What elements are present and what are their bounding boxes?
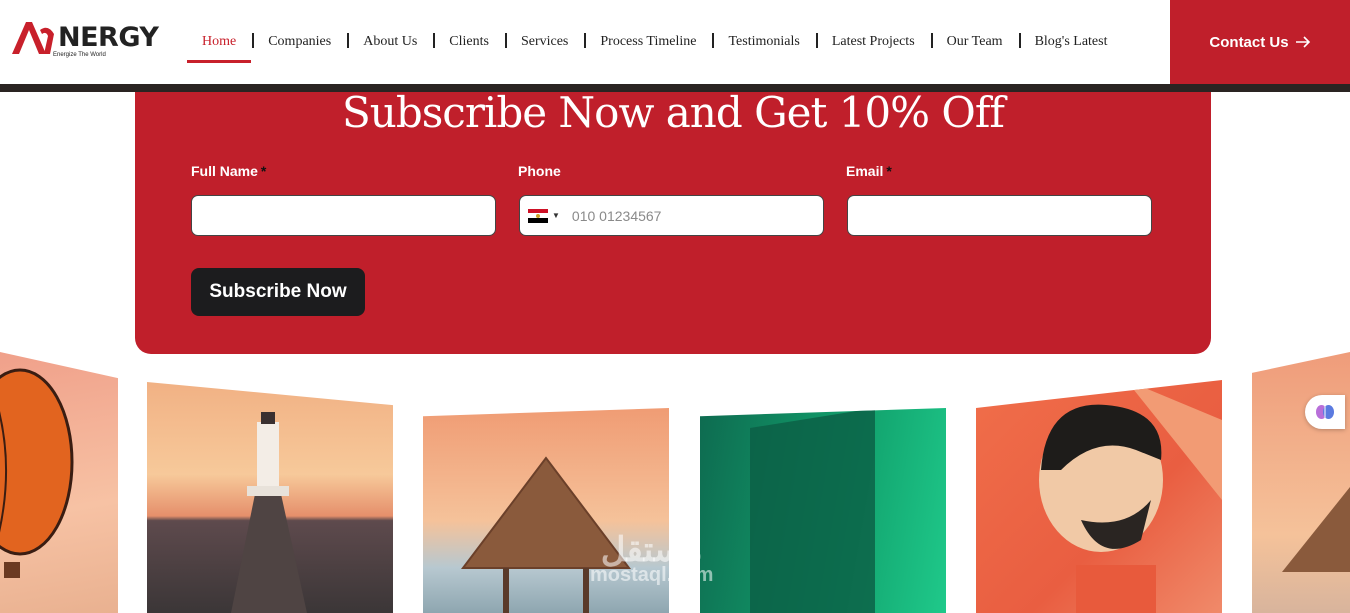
nav-testimonials[interactable]: Testimonials <box>712 0 815 84</box>
nav-latest-projects[interactable]: Latest Projects <box>815 0 931 84</box>
required-mark: * <box>886 163 892 179</box>
nav-home[interactable]: Home <box>186 0 252 84</box>
hot-air-balloon-image <box>0 368 74 578</box>
logo-text: NERGY <box>58 22 159 53</box>
contact-us-label: Contact Us <box>1209 33 1289 51</box>
nav-about-us[interactable]: About Us <box>347 0 433 84</box>
gallery-item-beach-hut-partial[interactable] <box>1252 352 1350 613</box>
nav-blogs-latest[interactable]: Blog's Latest <box>1018 0 1124 84</box>
nav-process-timeline[interactable]: Process Timeline <box>584 0 712 84</box>
logo[interactable]: NERGY Energize The World <box>10 18 159 62</box>
main-nav: Home Companies About Us Clients Services… <box>186 0 1123 84</box>
egypt-flag-icon[interactable] <box>528 208 548 223</box>
gallery-item-lighthouse[interactable] <box>147 382 393 613</box>
full-name-label: Full Name * <box>191 163 267 179</box>
nav-our-team[interactable]: Our Team <box>930 0 1019 84</box>
subscribe-title: Subscribe Now and Get 10% Off <box>342 88 1005 137</box>
subscribe-now-button[interactable]: Subscribe Now <box>191 268 365 316</box>
contact-us-button[interactable]: Contact Us <box>1170 0 1350 84</box>
nav-clients[interactable]: Clients <box>433 0 505 84</box>
email-label: Email * <box>846 163 892 179</box>
hero-image-strip <box>0 84 1350 92</box>
email-field[interactable] <box>847 195 1152 236</box>
gallery-item-illustration[interactable] <box>976 380 1222 613</box>
brain-icon[interactable] <box>1305 395 1345 429</box>
watermark-latin: mostaql.com <box>590 564 714 586</box>
chevron-down-icon[interactable]: ▼ <box>552 211 560 220</box>
phone-placeholder: 010 01234567 <box>571 207 662 224</box>
watermark: مستقل mostaql.com <box>590 530 713 587</box>
beach-hut-image-partial <box>1282 472 1350 572</box>
logo-mark-icon <box>12 22 54 54</box>
gallery-item-green-building[interactable] <box>700 408 946 613</box>
arrow-right-icon <box>1295 36 1310 48</box>
green-building-image <box>750 408 875 613</box>
logo-tagline: Energize The World <box>53 52 106 58</box>
bearded-man-illustration <box>1039 380 1222 613</box>
gallery-item-balloon[interactable] <box>0 352 118 613</box>
site-header: NERGY Energize The World Home Companies … <box>0 0 1350 84</box>
lighthouse-pier-image <box>231 412 307 613</box>
nav-companies[interactable]: Companies <box>252 0 347 84</box>
phone-field[interactable]: ▼ 010 01234567 <box>519 195 824 236</box>
phone-label: Phone <box>518 163 561 179</box>
nav-services[interactable]: Services <box>504 0 584 84</box>
full-name-field[interactable] <box>191 195 496 236</box>
required-mark: * <box>260 163 267 179</box>
subscribe-panel: Subscribe Now and Get 10% Off Full Name *… <box>135 70 1211 354</box>
